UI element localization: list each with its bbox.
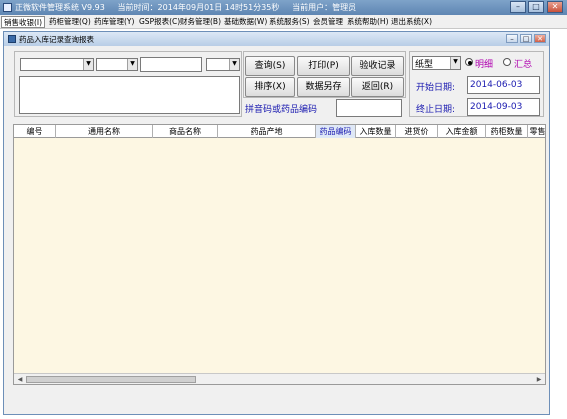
- time-label: 当前时间：: [117, 3, 158, 12]
- scroll-right-icon[interactable]: ▶: [534, 375, 544, 384]
- radio-dot-icon: [468, 61, 472, 65]
- menu-warehouse[interactable]: 药库管理(Y): [92, 16, 136, 28]
- column-header-cabinet-qty[interactable]: 药柜数量: [486, 125, 528, 138]
- column-header-number[interactable]: 编号: [14, 125, 56, 138]
- print-button[interactable]: 打印(P): [297, 56, 350, 76]
- table-header: 编号 通用名称 商品名称 药品产地 药品编码 入库数量 进货价 入库金额 药柜数…: [14, 125, 546, 138]
- sort-button[interactable]: 排序(X): [245, 77, 295, 97]
- paper-type-value: 纸型: [415, 60, 434, 70]
- column-header-drug-code[interactable]: 药品编码: [316, 125, 356, 138]
- menu-help[interactable]: 系统帮助(H): [345, 16, 391, 28]
- menu-cabinet[interactable]: 药柜管理(Q): [47, 16, 93, 28]
- app-title-text: 正微软件管理系统 V9.93 当前时间：2014年09月01日 14时51分35…: [15, 2, 356, 13]
- column-header-generic-name[interactable]: 通用名称: [56, 125, 153, 138]
- paper-type-select[interactable]: 纸型 ▼: [412, 56, 461, 70]
- chevron-down-icon[interactable]: ▼: [450, 57, 460, 69]
- app-icon: [3, 3, 12, 12]
- menu-base-data[interactable]: 基础数据(W): [222, 16, 269, 28]
- summary-radio[interactable]: [503, 58, 511, 66]
- search-label: 拼音码或药品编码: [245, 105, 318, 115]
- report-title-bar: 药品入库记录查询报表 – □ ✕: [4, 32, 549, 46]
- chevron-down-icon[interactable]: ▼: [127, 59, 137, 70]
- column-header-origin[interactable]: 药品产地: [218, 125, 316, 138]
- scroll-left-icon[interactable]: ◀: [15, 375, 25, 384]
- records-table[interactable]: 编号 通用名称 商品名称 药品产地 药品编码 入库数量 进货价 入库金额 药柜数…: [13, 124, 546, 385]
- filter-value-input[interactable]: [140, 57, 202, 72]
- scroll-thumb[interactable]: [26, 376, 196, 383]
- minimize-button[interactable]: –: [510, 1, 526, 13]
- menu-finance[interactable]: 财务管理(B): [178, 16, 223, 28]
- column-header-quantity[interactable]: 入库数量: [356, 125, 396, 138]
- column-header-trade-name[interactable]: 商品名称: [153, 125, 218, 138]
- query-button[interactable]: 查询(S): [245, 56, 295, 76]
- acceptance-record-button[interactable]: 验收记录: [351, 56, 404, 76]
- horizontal-scrollbar[interactable]: ◀ ▶: [14, 373, 545, 384]
- user-label: 当前用户：: [292, 3, 333, 12]
- app-title: 正微软件管理系统 V9.93: [15, 3, 105, 12]
- start-date-label: 开始日期:: [416, 83, 456, 93]
- start-date-input[interactable]: 2014-06-03: [467, 76, 540, 94]
- column-header-retail[interactable]: 零售: [528, 125, 546, 138]
- filter-combo-field[interactable]: ▼: [20, 58, 94, 71]
- menu-sales[interactable]: 销售收银(I): [1, 16, 46, 28]
- menu-member[interactable]: 会员管理: [311, 16, 345, 28]
- app-title-bar: 正微软件管理系统 V9.93 当前时间：2014年09月01日 14时51分35…: [0, 0, 567, 15]
- report-icon: [8, 35, 16, 43]
- child-close-button[interactable]: ✕: [534, 34, 546, 43]
- user-value: 管理员: [332, 3, 357, 12]
- child-minimize-button[interactable]: –: [506, 34, 518, 43]
- filter-combo-condition[interactable]: ▼: [96, 58, 138, 71]
- save-as-button[interactable]: 数据另存: [297, 77, 350, 97]
- chevron-down-icon[interactable]: ▼: [229, 59, 239, 70]
- summary-label: 汇总: [514, 60, 533, 70]
- menu-exit[interactable]: 退出系统(X): [389, 16, 434, 28]
- maximize-button[interactable]: □: [528, 1, 544, 13]
- column-header-amount[interactable]: 入库金额: [438, 125, 486, 138]
- end-date-label: 终止日期:: [416, 105, 456, 115]
- end-date-input[interactable]: 2014-09-03: [467, 98, 540, 116]
- menu-system-service[interactable]: 系统服务(S): [267, 16, 312, 28]
- menu-gsp-report[interactable]: GSP报表(C): [137, 16, 182, 28]
- time-value: 2014年09月01日 14时51分35秒: [157, 3, 280, 12]
- close-button[interactable]: ✕: [547, 1, 563, 13]
- report-title: 药品入库记录查询报表: [19, 35, 94, 44]
- filter-memo[interactable]: [19, 76, 240, 114]
- detail-radio[interactable]: [465, 58, 473, 66]
- chevron-down-icon[interactable]: ▼: [83, 59, 93, 70]
- detail-label: 明细: [475, 60, 494, 70]
- child-restore-button[interactable]: □: [520, 34, 532, 43]
- menu-bar: 销售收银(I) 药柜管理(Q) 药库管理(Y) GSP报表(C) 财务管理(B)…: [0, 15, 567, 29]
- search-input[interactable]: [336, 99, 402, 117]
- filter-combo-logic[interactable]: ▼: [206, 58, 240, 71]
- column-header-purchase-price[interactable]: 进货价: [396, 125, 438, 138]
- back-button[interactable]: 返回(R): [351, 77, 404, 97]
